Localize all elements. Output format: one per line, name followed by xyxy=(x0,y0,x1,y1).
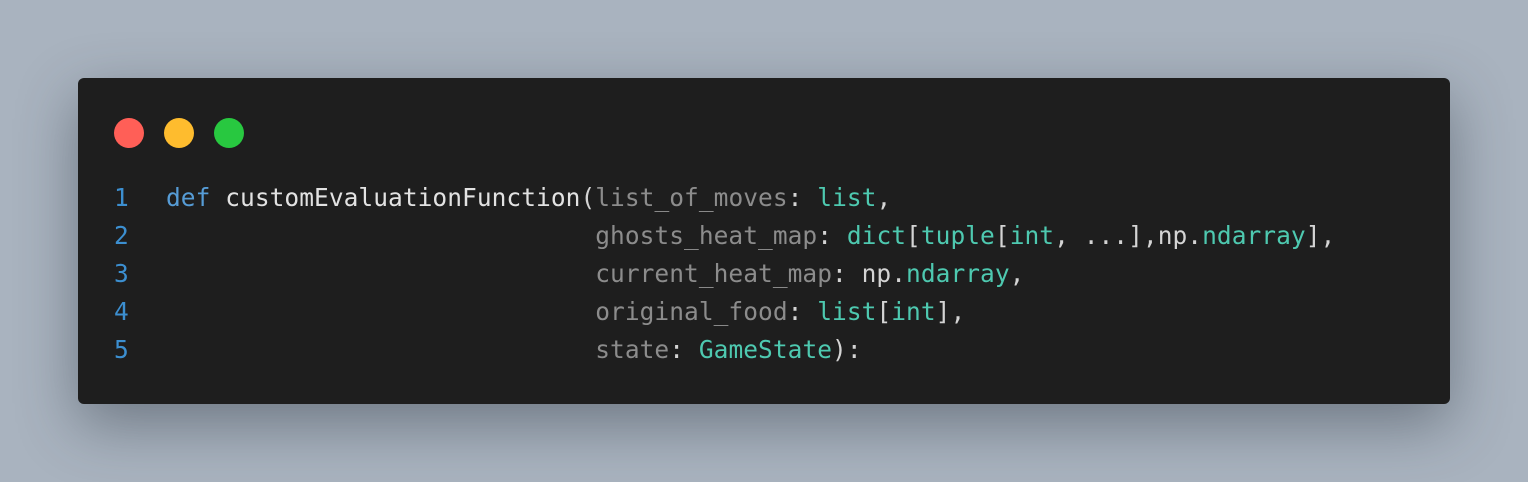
code-token: : xyxy=(669,335,699,364)
line-number: 5 xyxy=(114,335,129,364)
code-token: , xyxy=(876,183,892,212)
code-token: : xyxy=(787,297,818,326)
close-dot-icon[interactable] xyxy=(114,118,144,148)
code-token: current_heat_map xyxy=(595,259,833,288)
code-token: def xyxy=(166,183,211,212)
code-token: ghosts_heat_map xyxy=(595,221,818,250)
code-token: state xyxy=(595,335,670,364)
maximize-dot-icon[interactable] xyxy=(214,118,244,148)
code-token: dict xyxy=(846,221,907,250)
code-token: GameState xyxy=(698,335,833,364)
code-token: customEvaluationFunction xyxy=(225,183,581,212)
code-token: list_of_moves xyxy=(595,183,788,212)
code-token: ndarray xyxy=(1202,221,1306,250)
minimize-dot-icon[interactable] xyxy=(164,118,194,148)
line-number: 4 xyxy=(114,297,129,326)
code-text: ghosts_heat_map: dict[tuple[int, ...],np… xyxy=(166,217,1335,255)
code-token: original_food xyxy=(595,297,788,326)
code-text: original_food: list[int], xyxy=(166,293,965,331)
code-token: , xyxy=(1009,259,1025,288)
code-token: [ xyxy=(876,297,892,326)
code-token: int xyxy=(1009,221,1055,250)
code-token: tuple xyxy=(920,221,995,250)
code-text: state: GameState): xyxy=(166,331,862,369)
code-token: list xyxy=(817,297,877,326)
line-number: 1 xyxy=(114,183,129,212)
code-text: def customEvaluationFunction(list_of_mov… xyxy=(166,179,891,217)
code-token: int xyxy=(891,297,936,326)
line-number: 2 xyxy=(114,221,129,250)
code-token: ], xyxy=(935,297,966,326)
code-token: ): xyxy=(832,335,862,364)
code-token: , ...],np. xyxy=(1054,221,1203,250)
code-token: : xyxy=(817,221,847,250)
code-token: [ xyxy=(994,221,1010,250)
window-controls xyxy=(114,118,244,148)
line-number: 3 xyxy=(114,259,129,288)
code-token: : np. xyxy=(832,259,907,288)
code-token: ndarray xyxy=(906,259,1010,288)
code-text: current_heat_map: np.ndarray, xyxy=(166,255,1024,293)
code-token: ( xyxy=(580,183,596,212)
code-token: ], xyxy=(1305,221,1336,250)
code-token: [ xyxy=(906,221,921,250)
code-token: : xyxy=(787,183,818,212)
code-window: 1 def customEvaluationFunction(list_of_mo… xyxy=(78,78,1450,404)
code-token: list xyxy=(817,183,877,212)
